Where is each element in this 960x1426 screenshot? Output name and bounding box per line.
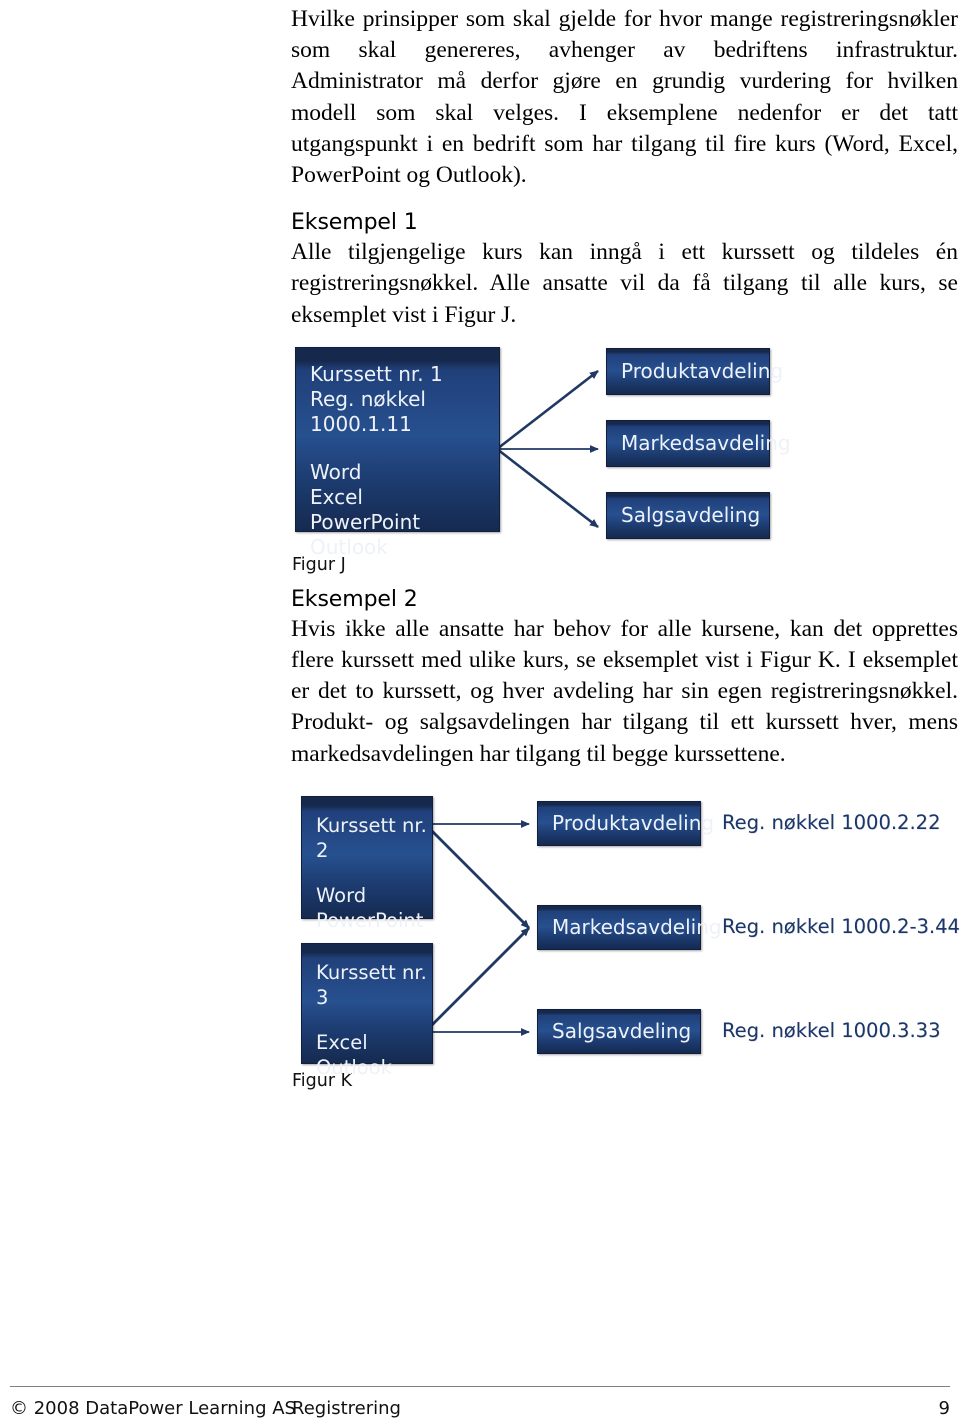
figure-j-department-produkt-label: Produktavdeling [621, 359, 784, 384]
figure-k-department-markeds: Markedsavdeling [537, 904, 722, 950]
paragraph-eksempel-2: Hvis ikke alle ansatte har behov for all… [291, 615, 958, 767]
figure-k-course-set-2-courses: Word PowerPoint [316, 883, 424, 932]
figure-k-regkey-markeds: Reg. nøkkel 1000.2-3.44 [722, 914, 960, 938]
figure-k-department-salgs-label: Salgsavdeling [552, 1019, 692, 1044]
figure-j-canvas: Kurssett nr. 1 Reg. nøkkel 1000.1.11 Wor… [291, 345, 791, 559]
document-page: Hvilke prinsipper som skal gjelde for hv… [0, 0, 960, 1426]
figure-k-department-salgs: Salgsavdeling [537, 1008, 701, 1054]
figure-k-department-markeds-label: Markedsavdeling [552, 915, 722, 940]
figure-k-course-set-2-title: Kurssett nr. 2 [316, 813, 427, 862]
figure-k-course-set-3-title: Kurssett nr. 3 [316, 960, 427, 1009]
figure-k-department-produkt: Produktavdeling [537, 800, 714, 846]
footer-divider [10, 1386, 950, 1387]
figure-k-canvas: Kurssett nr. 2 Word PowerPoint Kurssett … [291, 792, 960, 1079]
figure-j-department-markeds-label: Markedsavdeling [621, 431, 791, 456]
intro-paragraph: Hvilke prinsipper som skal gjelde for hv… [291, 6, 958, 189]
figure-k-course-set-2-box: Kurssett nr. 2 Word PowerPoint [301, 795, 433, 932]
figure-j-department-produkt: Produktavdeling [606, 347, 783, 395]
figure-k-regkey-produkt: Reg. nøkkel 1000.2.22 [722, 810, 941, 834]
figure-k-course-set-3-courses: Excel Outlook [316, 1030, 392, 1079]
heading-eksempel-2: Eksempel 2 [291, 586, 418, 612]
footer-section-title: Registrering [292, 1398, 401, 1419]
figure-k-course-set-3-box: Kurssett nr. 3 Excel Outlook [301, 942, 433, 1079]
figure-k: Kurssett nr. 2 Word PowerPoint Kurssett … [291, 792, 960, 1092]
figure-j-department-salgs-label: Salgsavdeling [621, 503, 761, 528]
footer-copyright: © 2008 DataPower Learning AS [10, 1398, 296, 1419]
figure-j-course-set-regkey: Reg. nøkkel 1000.1.11 [310, 386, 426, 436]
figure-k-department-produkt-label: Produktavdeling [552, 811, 715, 836]
figure-j-department-markeds: Markedsavdeling [606, 419, 791, 467]
figure-j-department-salgs: Salgsavdeling [606, 491, 770, 539]
figure-j-course-set-box: Kurssett nr. 1 Reg. nøkkel 1000.1.11 Wor… [295, 346, 500, 559]
figure-j-course-set-title: Kurssett nr. 1 [310, 361, 443, 386]
figure-j: Kurssett nr. 1 Reg. nøkkel 1000.1.11 Wor… [291, 345, 958, 576]
footer-page-number: 9 [938, 1398, 950, 1419]
text-column: Hvilke prinsipper som skal gjelde for hv… [291, 0, 960, 1092]
figure-k-regkey-salgs: Reg. nøkkel 1000.3.33 [722, 1018, 941, 1042]
paragraph-eksempel-1: Alle tilgjengelige kurs kan inngå i ett … [291, 239, 958, 328]
heading-eksempel-1: Eksempel 1 [291, 210, 418, 236]
page-footer: © 2008 DataPower Learning AS Registrerin… [10, 1396, 950, 1422]
figure-j-course-set-courses: Word Excel PowerPoint Outlook [310, 459, 421, 559]
